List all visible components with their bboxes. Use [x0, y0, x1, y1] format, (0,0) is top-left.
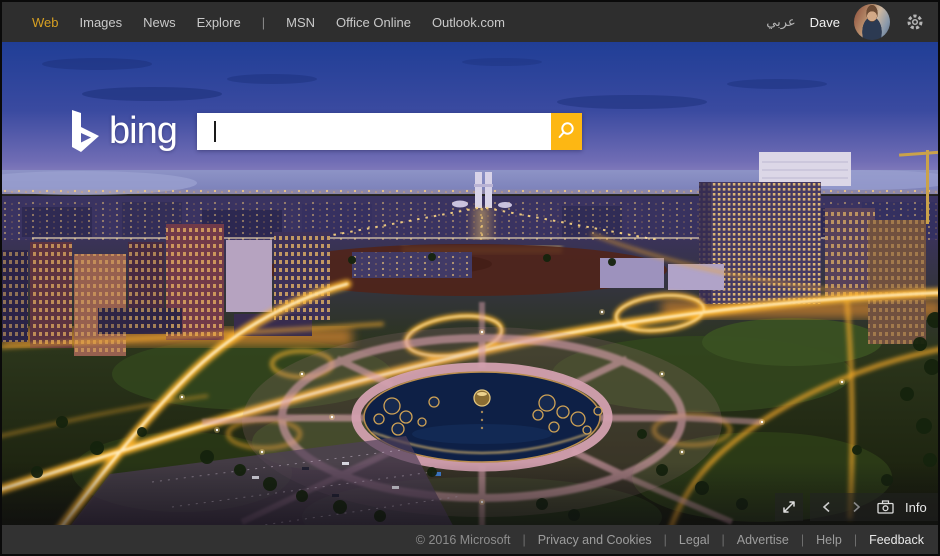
- fullscreen-button[interactable]: [775, 493, 803, 521]
- user-avatar[interactable]: [854, 4, 890, 40]
- settings-button[interactable]: [904, 11, 926, 33]
- nav-tab-web[interactable]: Web: [32, 15, 59, 30]
- footer-link-help[interactable]: Help: [816, 533, 842, 547]
- search-magnifier-icon: [558, 122, 575, 138]
- next-image-button[interactable]: [847, 498, 865, 516]
- footer-divider: |: [721, 532, 725, 547]
- footer-divider: |: [663, 532, 667, 547]
- nav-tab-images[interactable]: Images: [80, 15, 123, 30]
- footer-link-feedback[interactable]: Feedback: [869, 533, 924, 547]
- language-switch-link[interactable]: عربي: [766, 14, 795, 30]
- nav-tab-explore[interactable]: Explore: [197, 15, 241, 30]
- footer-link-legal[interactable]: Legal: [679, 533, 710, 547]
- nav-link-office-online[interactable]: Office Online: [336, 15, 411, 30]
- image-info-button[interactable]: [876, 498, 894, 516]
- camera-icon: [876, 500, 894, 514]
- search-button[interactable]: [550, 112, 582, 150]
- nav-left-group: Web Images News Explore | MSN Office Onl…: [2, 15, 505, 30]
- nav-link-outlook[interactable]: Outlook.com: [432, 15, 505, 30]
- bing-logo-icon: [72, 110, 99, 152]
- footer-link-privacy[interactable]: Privacy and Cookies: [538, 533, 652, 547]
- nav-right-group: عربي Dave: [766, 4, 938, 40]
- chevron-right-icon: [853, 501, 861, 513]
- text-caret: [213, 120, 216, 142]
- footer-divider: |: [522, 532, 526, 547]
- footer-divider: |: [800, 532, 805, 547]
- chevron-left-icon: [822, 501, 830, 513]
- footer-link-advertise[interactable]: Advertise: [737, 533, 789, 547]
- hero-image-controls: Info: [775, 493, 938, 521]
- nav-divider: |: [261, 14, 266, 30]
- previous-image-button[interactable]: [818, 498, 836, 516]
- image-nav-group: Info: [810, 493, 938, 521]
- footer-divider: |: [853, 532, 858, 547]
- user-name[interactable]: Dave: [810, 15, 840, 30]
- nav-link-msn[interactable]: MSN: [286, 15, 315, 30]
- search-box: [196, 112, 582, 150]
- footer-bar: © 2016 Microsoft | Privacy and Cookies |…: [2, 525, 938, 554]
- bing-homepage: Web Images News Explore | MSN Office Onl…: [0, 0, 940, 556]
- expand-icon: [783, 501, 795, 513]
- copyright-text: © 2016 Microsoft: [415, 532, 511, 547]
- bing-logo[interactable]: bing: [68, 108, 178, 154]
- image-info-label[interactable]: Info: [905, 500, 927, 515]
- bing-logo-text: bing: [109, 110, 178, 152]
- nav-tab-news[interactable]: News: [143, 15, 176, 30]
- search-area: bing: [68, 106, 582, 156]
- search-input[interactable]: [196, 112, 551, 150]
- top-navigation-bar: Web Images News Explore | MSN Office Onl…: [2, 2, 938, 42]
- gear-icon: [907, 14, 923, 30]
